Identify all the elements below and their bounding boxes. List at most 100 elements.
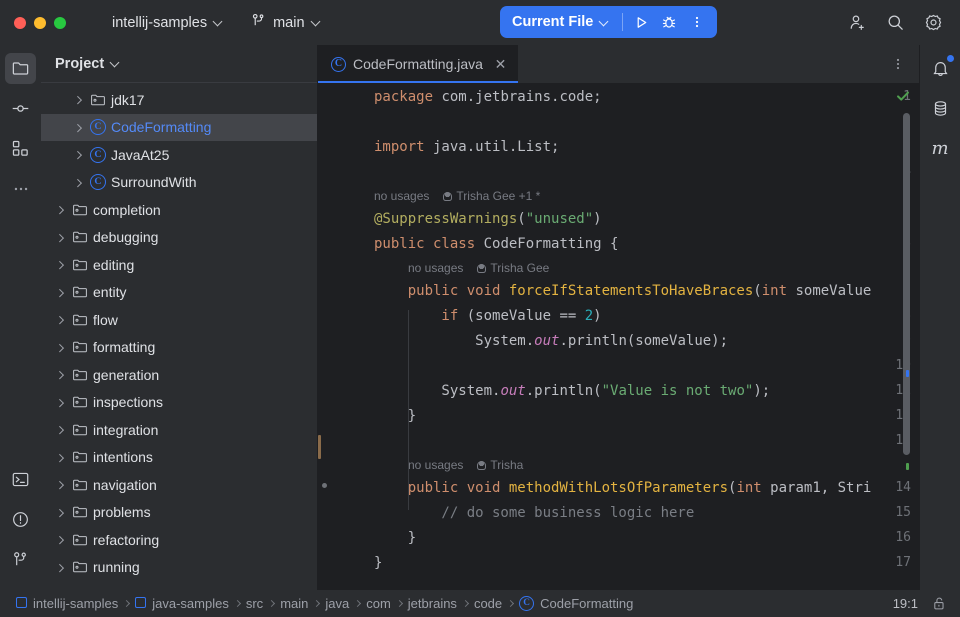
more-vertical-icon[interactable] (885, 51, 911, 77)
code-line[interactable]: import java.util.List; (374, 135, 559, 160)
chevron-right-icon[interactable] (52, 290, 69, 296)
breadcrumb-item-codeformatting[interactable]: CCodeFormatting (515, 594, 637, 613)
breadcrumb-item-src[interactable]: src (242, 594, 267, 613)
breadcrumb-item-main[interactable]: main (276, 594, 312, 613)
tree-item-intentions[interactable]: intentions (41, 444, 317, 472)
code-author-hint[interactable]: Trisha (477, 458, 523, 472)
chevron-right-icon[interactable] (52, 565, 69, 571)
usages-hint[interactable]: no usages (374, 189, 429, 203)
tree-item-refactoring[interactable]: refactoring (41, 526, 317, 554)
project-panel-header[interactable]: Project (41, 45, 317, 83)
sidebar-item-commit[interactable] (5, 93, 36, 124)
chevron-right-icon[interactable] (52, 537, 69, 543)
sidebar-item-database[interactable] (925, 93, 956, 124)
gear-icon[interactable] (916, 7, 950, 39)
sidebar-item-more-tools[interactable] (5, 173, 36, 204)
usages-hint[interactable]: no usages (408, 458, 463, 472)
tree-item-generation[interactable]: generation (41, 361, 317, 389)
sidebar-item-version-control[interactable] (5, 544, 36, 575)
chevron-right-icon[interactable] (70, 97, 87, 103)
tree-item-surroundwith[interactable]: CSurroundWith (41, 169, 317, 197)
code-line[interactable]: public void methodWithLotsOfParameters(i… (374, 476, 871, 501)
vcs-modified-marker[interactable] (318, 435, 321, 459)
code-editor[interactable]: 1package com.jetbrains.code;23import jav… (318, 83, 919, 590)
project-selector[interactable]: intellij-samples (104, 10, 231, 36)
breadcrumb-item-com[interactable]: com (362, 594, 395, 613)
tree-item-problems[interactable]: problems (41, 499, 317, 527)
chevron-right-icon[interactable] (52, 372, 69, 378)
tree-item-flow[interactable]: flow (41, 306, 317, 334)
tree-item-jdk17[interactable]: jdk17 (41, 86, 317, 114)
editor-tab-codeformatting[interactable]: C CodeFormatting.java ✕ (318, 45, 518, 83)
project-tree[interactable]: jdk17CCodeFormattingCJavaAt25CSurroundWi… (41, 83, 317, 590)
close-window-button[interactable] (14, 17, 26, 29)
sidebar-item-notifications[interactable] (925, 53, 956, 84)
tree-item-editing[interactable]: editing (41, 251, 317, 279)
chevron-right-icon[interactable] (70, 152, 87, 158)
gutter-breakpoint-dot[interactable] (322, 483, 327, 488)
tree-item-integration[interactable]: integration (41, 416, 317, 444)
chevron-right-icon[interactable] (52, 400, 69, 406)
minimize-window-button[interactable] (34, 17, 46, 29)
chevron-right-icon[interactable] (52, 317, 69, 323)
search-icon[interactable] (878, 7, 912, 39)
code-line[interactable]: public void forceIfStatementsToHaveBrace… (374, 279, 871, 304)
tree-item-formatting[interactable]: formatting (41, 334, 317, 362)
chevron-right-icon[interactable] (52, 455, 69, 461)
sidebar-item-structure[interactable] (5, 133, 36, 164)
breadcrumb-item-jetbrains[interactable]: jetbrains (404, 594, 461, 613)
sidebar-item-project[interactable] (5, 53, 36, 84)
chevron-right-icon[interactable] (52, 207, 69, 213)
code-line[interactable]: } (374, 404, 416, 429)
branch-selector[interactable]: main (243, 10, 328, 36)
chevron-right-icon[interactable] (52, 345, 69, 351)
usages-hint[interactable]: no usages (408, 261, 463, 275)
chevron-right-icon[interactable] (52, 262, 69, 268)
breadcrumb-item-java-samples[interactable]: java-samples (131, 594, 233, 613)
breadcrumb-item-intellij-samples[interactable]: intellij-samples (12, 594, 122, 613)
chevron-right-icon[interactable] (70, 180, 87, 186)
run-more-options-button[interactable] (683, 9, 711, 35)
code-line[interactable]: } (374, 526, 416, 551)
zoom-window-button[interactable] (54, 17, 66, 29)
tree-item-codeformatting[interactable]: CCodeFormatting (41, 114, 317, 142)
inlay-hint[interactable]: no usages Trisha Gee (408, 257, 549, 279)
code-author-hint[interactable]: Trisha Gee +1 * (443, 189, 540, 203)
code-line[interactable]: System.out.println(someValue); (374, 329, 728, 354)
tree-item-debugging[interactable]: debugging (41, 224, 317, 252)
tree-item-inspections[interactable]: inspections (41, 389, 317, 417)
code-line[interactable]: } (374, 551, 382, 576)
inlay-hint[interactable]: no usages Trisha Gee +1 * (374, 185, 540, 207)
caret-position-label[interactable]: 19:1 (893, 596, 918, 611)
chevron-right-icon[interactable] (70, 125, 87, 131)
code-line[interactable]: @SuppressWarnings("unused") (374, 207, 602, 232)
chevron-right-icon[interactable] (52, 482, 69, 488)
tree-item-javaat25[interactable]: CJavaAt25 (41, 141, 317, 169)
breadcrumb-item-code[interactable]: code (470, 594, 506, 613)
run-configuration-selector[interactable]: Current File (512, 14, 618, 30)
add-user-icon[interactable] (840, 7, 874, 39)
code-author-hint[interactable]: Trisha Gee (477, 261, 549, 275)
sidebar-item-problems[interactable] (5, 504, 36, 535)
code-line[interactable]: package com.jetbrains.code; (374, 85, 602, 110)
unlocked-padlock-icon[interactable] (932, 596, 946, 611)
inlay-hint[interactable]: no usages Trisha (408, 454, 523, 476)
debug-button[interactable] (655, 9, 683, 35)
tree-item-running[interactable]: running (41, 554, 317, 582)
chevron-right-icon[interactable] (52, 510, 69, 516)
code-line[interactable]: // do some business logic here (374, 501, 694, 526)
editor-vertical-scrollbar[interactable] (903, 113, 910, 455)
sidebar-item-maven[interactable]: m (925, 133, 956, 164)
code-line[interactable]: System.out.println("Value is not two"); (374, 379, 770, 404)
breadcrumb-item-java[interactable]: java (321, 594, 353, 613)
no-errors-check-icon[interactable] (895, 88, 911, 109)
code-line[interactable]: public class CodeFormatting { (374, 232, 618, 257)
tree-item-navigation[interactable]: navigation (41, 471, 317, 499)
tree-item-entity[interactable]: entity (41, 279, 317, 307)
close-icon[interactable]: ✕ (493, 57, 508, 72)
chevron-right-icon[interactable] (52, 427, 69, 433)
sidebar-item-terminal[interactable] (5, 464, 36, 495)
tree-item-completion[interactable]: completion (41, 196, 317, 224)
chevron-right-icon[interactable] (52, 235, 69, 241)
run-button[interactable] (627, 9, 655, 35)
